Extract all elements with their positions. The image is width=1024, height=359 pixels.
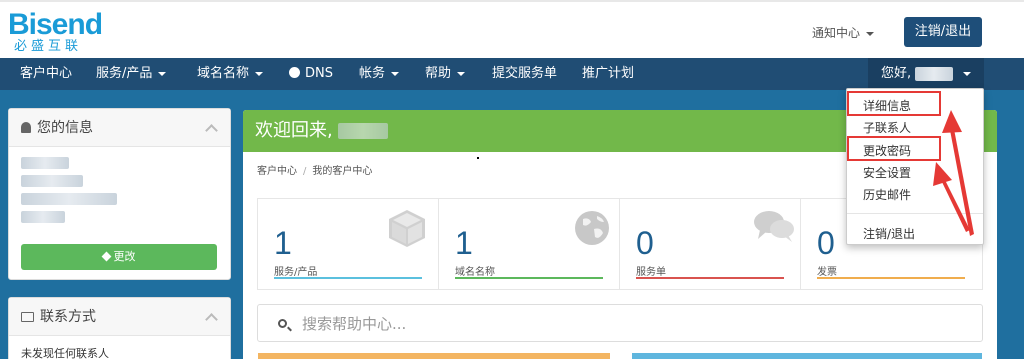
stat-value: 0 bbox=[817, 225, 835, 261]
nav-label: 客户中心 bbox=[20, 66, 73, 81]
chevron-up-icon[interactable] bbox=[205, 313, 218, 326]
annotation-highlight-box bbox=[847, 91, 941, 116]
logo-tagline: 必盛互联 bbox=[14, 39, 83, 54]
stray-dot bbox=[477, 157, 479, 159]
welcome-text: 欢迎回来, bbox=[255, 120, 333, 141]
panel-header-strip bbox=[632, 353, 982, 359]
redacted-username bbox=[915, 66, 954, 81]
user-menu-toggle[interactable]: 您好, bbox=[868, 58, 984, 90]
folder-icon bbox=[21, 312, 34, 322]
panel-title: 您的信息 bbox=[37, 120, 93, 136]
caret-down-icon bbox=[391, 71, 400, 76]
search-placeholder: 搜索帮助中心... bbox=[302, 315, 407, 333]
menu-item-security-settings[interactable]: 安全设置 bbox=[863, 164, 911, 181]
nav-label: 帮助 bbox=[425, 66, 452, 81]
button-label: 更改 bbox=[113, 250, 136, 263]
stat-color-bar bbox=[274, 277, 422, 279]
bisend-logo[interactable]: Bisend 必盛互联 bbox=[8, 8, 118, 54]
caret-down-icon bbox=[158, 71, 167, 76]
top-header: Bisend 必盛互联 通知中心 注销/退出 bbox=[0, 0, 1024, 58]
panel-header: 联系方式 bbox=[9, 298, 230, 336]
nav-label: 服务/产品 bbox=[96, 66, 153, 81]
nav-billing[interactable]: 帐务 bbox=[359, 58, 400, 90]
menu-item-logout[interactable]: 注销/退出 bbox=[863, 225, 915, 242]
breadcrumb-home-link[interactable]: 客户中心 bbox=[257, 166, 297, 177]
breadcrumb: 客户中心 / 我的客户中心 bbox=[257, 162, 372, 177]
stat-domains[interactable]: 1 域名名称 bbox=[439, 199, 620, 289]
annotation-highlight-box bbox=[847, 136, 941, 161]
redacted-info bbox=[21, 211, 65, 223]
redacted-info bbox=[21, 157, 69, 169]
nav-label: 提交服务单 bbox=[492, 66, 558, 81]
cube-icon bbox=[389, 210, 425, 247]
logo-wordmark: Bisend bbox=[8, 8, 103, 41]
caret-down-icon bbox=[963, 71, 972, 76]
nav-domains[interactable]: 域名名称 bbox=[197, 58, 264, 90]
nav-label: 域名名称 bbox=[197, 66, 250, 81]
user-greeting: 您好, bbox=[881, 66, 912, 81]
annotation-arrows bbox=[933, 110, 974, 236]
caret-down-icon bbox=[866, 31, 875, 36]
menu-item-email-history[interactable]: 历史邮件 bbox=[863, 186, 911, 203]
search-icon bbox=[278, 319, 287, 328]
nav-client-area[interactable]: 客户中心 bbox=[20, 58, 72, 90]
nav-affiliates[interactable]: 推广计划 bbox=[582, 58, 634, 90]
stat-value: 1 bbox=[455, 225, 473, 261]
no-contacts-text: 未发现任何联系人 bbox=[21, 347, 109, 359]
your-info-panel: 您的信息 更改 bbox=[8, 108, 231, 280]
notification-center-dropdown[interactable]: 通知中心 bbox=[812, 24, 875, 41]
panel-header: 您的信息 bbox=[9, 109, 230, 147]
contacts-panel: 联系方式 未发现任何联系人 bbox=[8, 297, 231, 359]
stat-color-bar bbox=[455, 277, 603, 279]
nav-services[interactable]: 服务/产品 bbox=[96, 58, 167, 90]
panel-header-strip bbox=[258, 353, 610, 359]
caret-down-icon bbox=[457, 71, 466, 76]
globe-icon bbox=[289, 67, 300, 78]
edit-info-button[interactable]: 更改 bbox=[21, 244, 217, 270]
user-icon bbox=[21, 122, 31, 133]
redacted-info bbox=[21, 193, 117, 205]
logout-button[interactable]: 注销/退出 bbox=[904, 17, 982, 47]
globe-icon bbox=[575, 211, 609, 245]
nav-dns[interactable]: DNS bbox=[289, 58, 333, 90]
nav-label: 推广计划 bbox=[582, 66, 635, 81]
pencil-icon bbox=[101, 251, 111, 262]
caret-down-icon bbox=[255, 71, 264, 76]
chevron-up-icon[interactable] bbox=[205, 124, 218, 137]
stat-value: 0 bbox=[636, 225, 654, 261]
help-search-input[interactable]: 搜索帮助中心... bbox=[257, 304, 983, 342]
panel-title: 联系方式 bbox=[40, 309, 96, 325]
comments-icon bbox=[754, 211, 794, 242]
breadcrumb-current: 我的客户中心 bbox=[312, 166, 373, 177]
nav-submit-ticket[interactable]: 提交服务单 bbox=[492, 58, 557, 90]
stat-tickets[interactable]: 0 服务单 bbox=[620, 199, 801, 289]
nav-label: 帐务 bbox=[359, 66, 386, 81]
stat-value: 1 bbox=[274, 225, 292, 261]
main-navbar: 客户中心 服务/产品 域名名称 DNS 帐务 帮助 提交服务单 推广计划 您好, bbox=[0, 58, 1024, 90]
menu-item-subcontacts[interactable]: 子联系人 bbox=[863, 119, 911, 136]
stat-label: 服务/产品 bbox=[274, 267, 318, 278]
redacted-username bbox=[338, 123, 389, 139]
stat-color-bar bbox=[817, 277, 965, 279]
nav-label: DNS bbox=[305, 66, 333, 81]
redacted-info bbox=[21, 175, 83, 187]
nav-help[interactable]: 帮助 bbox=[425, 58, 466, 90]
stat-label: 发票 bbox=[817, 267, 837, 278]
stat-services[interactable]: 1 服务/产品 bbox=[258, 199, 439, 289]
stat-label: 服务单 bbox=[636, 267, 666, 278]
stat-label: 域名名称 bbox=[455, 267, 495, 278]
stat-color-bar bbox=[636, 277, 784, 279]
notification-center-label: 通知中心 bbox=[812, 26, 861, 40]
breadcrumb-separator: / bbox=[303, 166, 307, 177]
